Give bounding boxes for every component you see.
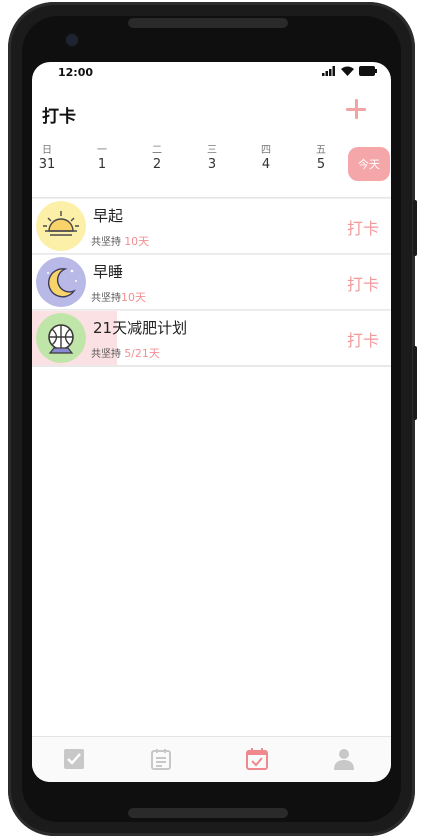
status-icons: [322, 66, 377, 76]
habit-item[interactable]: 早起 共坚持 10天 打卡: [32, 198, 391, 255]
date-label: 1: [97, 157, 107, 172]
signal-icon: [322, 66, 335, 76]
habit-streak: 共坚持10天: [91, 289, 146, 305]
weekday-label: 一: [97, 145, 107, 156]
day-wednesday[interactable]: 三 3: [200, 144, 224, 173]
streak-label: 共坚持: [91, 293, 121, 304]
date-label: 5: [316, 157, 326, 172]
date-label: 31: [38, 157, 56, 172]
date-label: 3: [207, 157, 217, 172]
front-camera: [66, 34, 78, 46]
checkin-button[interactable]: 打卡: [347, 327, 379, 351]
header: 打卡: [32, 92, 391, 132]
streak-value: 10天: [121, 291, 146, 304]
power-button: [413, 200, 417, 256]
day-friday[interactable]: 五 5: [309, 144, 333, 173]
habit-item[interactable]: 早睡 共坚持10天 打卡: [32, 254, 391, 311]
weekday-label: 二: [152, 145, 162, 156]
earpiece-speaker: [128, 18, 288, 28]
week-strip: 日 31 一 1 二 2 三 3 四 4 五 5 今天: [32, 144, 391, 184]
date-label: 2: [152, 157, 162, 172]
day-monday[interactable]: 一 1: [90, 144, 114, 173]
habit-name: 早起: [93, 207, 124, 225]
volume-button: [413, 346, 417, 420]
app-screen: 12:00 打卡 日 31 一 1 二 2 三 3 四 4 五 5 今天 早起 …: [32, 62, 391, 782]
habit-name: 21天减肥计划: [93, 319, 188, 337]
streak-value: 10天: [124, 235, 150, 248]
bottom-tab-bar: [32, 736, 391, 782]
date-label: 4: [261, 157, 271, 172]
day-sunday[interactable]: 日 31: [35, 144, 59, 173]
day-thursday[interactable]: 四 4: [254, 144, 278, 173]
checkin-button[interactable]: 打卡: [347, 215, 379, 239]
add-habit-button[interactable]: [345, 98, 367, 120]
habit-item[interactable]: 21天减肥计划 共坚持 5/21天 打卡: [32, 310, 391, 367]
list-icon[interactable]: [149, 747, 173, 771]
sunrise-icon: [36, 201, 86, 251]
wifi-icon: [341, 66, 354, 76]
habit-name: 早睡: [93, 263, 124, 281]
checkin-button[interactable]: 打卡: [347, 271, 379, 295]
streak-label: 共坚持: [91, 349, 121, 360]
bottom-speaker: [128, 808, 288, 818]
day-tuesday[interactable]: 二 2: [145, 144, 169, 173]
habit-streak: 共坚持 10天: [91, 233, 149, 249]
streak-label: 共坚持: [91, 237, 121, 248]
today-button[interactable]: 今天: [348, 147, 390, 181]
calendar-check-icon[interactable]: [245, 747, 269, 771]
weekday-label: 四: [261, 145, 271, 156]
page-title: 打卡: [42, 107, 76, 127]
person-icon[interactable]: [332, 747, 356, 771]
moon-icon: [36, 257, 86, 307]
weekday-label: 日: [42, 145, 52, 156]
streak-value: 5/21天: [124, 347, 160, 360]
checkbox-icon[interactable]: [62, 747, 86, 771]
battery-icon: [359, 66, 377, 76]
status-time: 12:00: [58, 66, 94, 79]
weekday-label: 五: [316, 145, 326, 156]
basketball-icon: [36, 313, 86, 363]
habit-streak: 共坚持 5/21天: [91, 345, 160, 361]
weekday-label: 三: [207, 145, 217, 156]
status-bar: 12:00: [32, 62, 391, 86]
